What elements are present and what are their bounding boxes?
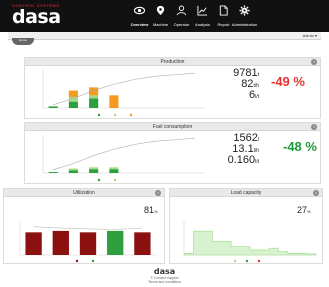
production-stats: 9781t 82t/h 6l/t bbox=[215, 68, 259, 101]
utilization-line bbox=[33, 226, 143, 230]
eye-icon bbox=[134, 6, 145, 15]
utilization-bar-2 bbox=[79, 232, 97, 255]
footer: dasa © Contact support Terms and conditi… bbox=[0, 267, 329, 287]
sub-bar: Admin ▾ bbox=[8, 32, 321, 40]
load-value: 27% bbox=[297, 205, 311, 215]
load-chart bbox=[183, 221, 317, 263]
terms-link[interactable]: Terms and conditions bbox=[0, 280, 329, 284]
bar-series2-3 bbox=[109, 95, 119, 108]
utilization-title: Utilization bbox=[73, 190, 95, 196]
legend-marker-1 bbox=[113, 113, 117, 117]
fuel-panel: Fuel consumption i 1562l 13.1l/h 0.160l/… bbox=[24, 122, 321, 184]
info-icon[interactable]: i bbox=[311, 59, 317, 65]
legend-marker-0 bbox=[97, 178, 101, 182]
home-tab[interactable]: Home bbox=[12, 38, 34, 45]
production-title: Production bbox=[160, 59, 185, 65]
utilization-bar-0 bbox=[25, 232, 42, 255]
brand-logo[interactable]: CONTROL SYSTEMS dasa bbox=[12, 3, 72, 29]
bar-series0-1 bbox=[68, 101, 78, 108]
bar-series1-1 bbox=[68, 168, 78, 171]
load-area bbox=[183, 230, 317, 256]
bar-series2-2 bbox=[89, 87, 99, 96]
production-chart bbox=[42, 70, 205, 117]
bar-series0-2 bbox=[89, 169, 99, 173]
utilization-value: 81% bbox=[144, 205, 158, 215]
panel-header: Fuel consumption i bbox=[25, 123, 320, 131]
bar-series2-1 bbox=[68, 90, 78, 97]
info-icon[interactable]: i bbox=[155, 190, 161, 196]
bar-series0-0 bbox=[48, 172, 58, 173]
bar-series1-2 bbox=[89, 95, 99, 99]
legend-marker-1 bbox=[91, 259, 95, 263]
document-icon bbox=[219, 5, 228, 16]
panel-header: Utilization i bbox=[4, 189, 164, 197]
bar-series0-0 bbox=[48, 106, 58, 108]
fuel-title: Fuel consumption bbox=[152, 124, 193, 130]
legend-marker-0 bbox=[233, 259, 237, 263]
utilization-bar-1 bbox=[52, 230, 69, 255]
line-chart-icon bbox=[197, 5, 208, 16]
bar-series0-3 bbox=[109, 169, 119, 173]
bar-series0-1 bbox=[68, 170, 78, 173]
legend-marker-1 bbox=[113, 178, 117, 182]
brand-name: dasa bbox=[12, 6, 61, 28]
main-nav: Overview Machine Operator Analysis Repor… bbox=[130, 3, 257, 29]
app-frame: CONTROL SYSTEMS dasa Overview Machine Op… bbox=[0, 0, 329, 287]
fuel-per-t: 0.160l/t bbox=[227, 154, 259, 166]
footer-logo: dasa bbox=[153, 267, 176, 276]
fuel-stats: 1562l 13.1l/h 0.160l/t bbox=[211, 133, 259, 166]
production-fuel-per-t: 6l/t bbox=[248, 89, 259, 101]
cumulative-line bbox=[53, 137, 195, 171]
legend-marker-2 bbox=[129, 113, 133, 117]
panel-header: Production i bbox=[25, 58, 320, 66]
nav-administration-label: Administration bbox=[231, 22, 258, 27]
bar-series1-3 bbox=[109, 167, 119, 170]
panel-header: Load capacity i bbox=[170, 189, 322, 197]
bar-series1-2 bbox=[89, 167, 99, 170]
info-icon[interactable]: i bbox=[313, 190, 319, 196]
fuel-chart bbox=[42, 135, 205, 182]
legend-marker-2 bbox=[257, 259, 261, 263]
legend-marker-0 bbox=[75, 259, 79, 263]
nav-administration[interactable]: Administration bbox=[232, 3, 257, 29]
production-panel: Production i 9781t 82t/h 6l/t -49 % bbox=[24, 57, 321, 119]
bar-series0-2 bbox=[89, 98, 99, 108]
load-panel: Load capacity i 27% bbox=[169, 188, 323, 264]
user-icon bbox=[176, 5, 187, 16]
gear-icon bbox=[239, 5, 250, 16]
production-change: -49 % bbox=[271, 74, 305, 89]
utilization-bar-4 bbox=[134, 232, 151, 255]
legend-marker-1 bbox=[245, 259, 249, 263]
top-bar: CONTROL SYSTEMS dasa Overview Machine Op… bbox=[0, 0, 329, 32]
utilization-panel: Utilization i 81% bbox=[3, 188, 165, 264]
info-icon[interactable]: i bbox=[311, 124, 317, 130]
location-pin-icon bbox=[156, 5, 165, 16]
user-menu[interactable]: Admin ▾ bbox=[303, 33, 317, 38]
utilization-bar-3 bbox=[107, 230, 124, 255]
fuel-change: -48 % bbox=[283, 139, 317, 154]
legend-marker-0 bbox=[97, 113, 101, 117]
utilization-chart bbox=[19, 221, 156, 263]
home-tab-label: Home bbox=[18, 38, 27, 42]
load-title: Load capacity bbox=[230, 190, 262, 196]
